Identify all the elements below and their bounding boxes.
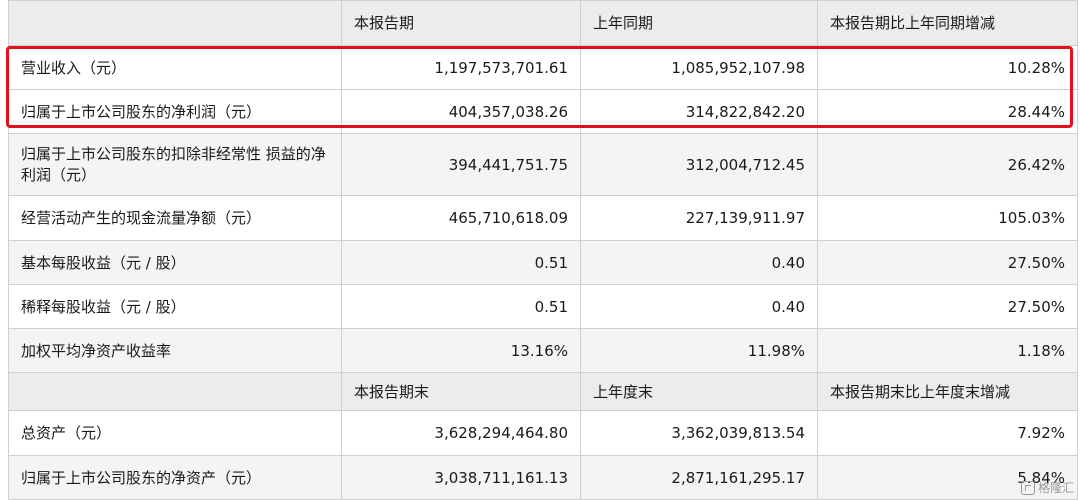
change-value: 7.92% xyxy=(817,410,1078,456)
change-value: 28.44% xyxy=(817,89,1078,134)
table-row: 归属于上市公司股东的扣除非经常性 损益的净利润（元） 394,441,751.7… xyxy=(8,133,1078,196)
table-row: 加权平均净资产收益率 13.16% 11.98% 1.18% xyxy=(8,328,1078,373)
previous-value: 11.98% xyxy=(580,328,818,373)
table-row: 总资产（元） 3,628,294,464.80 3,362,039,813.54… xyxy=(8,410,1078,456)
previous-value: 312,004,712.45 xyxy=(580,133,818,196)
row-label: 加权平均净资产收益率 xyxy=(8,328,342,373)
previous-value: 0.40 xyxy=(580,284,818,329)
current-value: 394,441,751.75 xyxy=(341,133,581,196)
row-label: 营业收入（元） xyxy=(8,45,342,90)
table-row: 归属于上市公司股东的净资产（元） 3,038,711,161.13 2,871,… xyxy=(8,455,1078,500)
current-value: 3,038,711,161.13 xyxy=(341,455,581,500)
current-value: 465,710,618.09 xyxy=(341,195,581,241)
row-label: 归属于上市公司股东的扣除非经常性 损益的净利润（元） xyxy=(8,133,342,196)
change-value: 27.50% xyxy=(817,284,1078,329)
table-row: 归属于上市公司股东的净利润（元） 404,357,038.26 314,822,… xyxy=(8,89,1078,134)
current-value: 0.51 xyxy=(341,240,581,285)
gelonghui-logo-icon xyxy=(1020,480,1035,495)
change-value: 10.28% xyxy=(817,45,1078,90)
header-period-change: 本报告期比上年同期增减 xyxy=(817,0,1078,46)
previous-value: 314,822,842.20 xyxy=(580,89,818,134)
change-value: 105.03% xyxy=(817,195,1078,241)
row-label: 经营活动产生的现金流量净额（元） xyxy=(8,195,342,241)
table-row: 营业收入（元） 1,197,573,701.61 1,085,952,107.9… xyxy=(8,45,1078,90)
current-value: 1,197,573,701.61 xyxy=(341,45,581,90)
change-value: 26.42% xyxy=(817,133,1078,196)
row-label: 归属于上市公司股东的净利润（元） xyxy=(8,89,342,134)
current-value: 0.51 xyxy=(341,284,581,329)
row-label: 稀释每股收益（元 / 股） xyxy=(8,284,342,329)
header-corner-cell xyxy=(8,372,342,411)
previous-value: 227,139,911.97 xyxy=(580,195,818,241)
watermark: 格隆汇 xyxy=(1020,479,1074,496)
balance-header-row: 本报告期末 上年度末 本报告期末比上年度末增减 xyxy=(8,372,1078,411)
header-corner-cell xyxy=(8,0,342,46)
header-prior-year-end: 上年度末 xyxy=(580,372,818,411)
row-label: 总资产（元） xyxy=(8,410,342,456)
current-value: 13.16% xyxy=(341,328,581,373)
change-value: 27.50% xyxy=(817,240,1078,285)
table-row: 基本每股收益（元 / 股） 0.51 0.40 27.50% xyxy=(8,240,1078,285)
header-current-period: 本报告期 xyxy=(341,0,581,46)
header-period-end: 本报告期末 xyxy=(341,372,581,411)
current-value: 404,357,038.26 xyxy=(341,89,581,134)
watermark-text: 格隆汇 xyxy=(1037,481,1074,495)
table-row: 稀释每股收益（元 / 股） 0.51 0.40 27.50% xyxy=(8,284,1078,329)
previous-value: 2,871,161,295.17 xyxy=(580,455,818,500)
period-header-row: 本报告期 上年同期 本报告期比上年同期增减 xyxy=(8,0,1078,46)
header-balance-change: 本报告期末比上年度末增减 xyxy=(817,372,1078,411)
header-previous-period: 上年同期 xyxy=(580,0,818,46)
current-value: 3,628,294,464.80 xyxy=(341,410,581,456)
table-row: 经营活动产生的现金流量净额（元） 465,710,618.09 227,139,… xyxy=(8,195,1078,241)
change-value: 1.18% xyxy=(817,328,1078,373)
previous-value: 3,362,039,813.54 xyxy=(580,410,818,456)
row-label: 归属于上市公司股东的净资产（元） xyxy=(8,455,342,500)
previous-value: 0.40 xyxy=(580,240,818,285)
financial-summary-table: 本报告期 上年同期 本报告期比上年同期增减 营业收入（元） 1,197,573,… xyxy=(8,0,1078,500)
previous-value: 1,085,952,107.98 xyxy=(580,45,818,90)
row-label: 基本每股收益（元 / 股） xyxy=(8,240,342,285)
